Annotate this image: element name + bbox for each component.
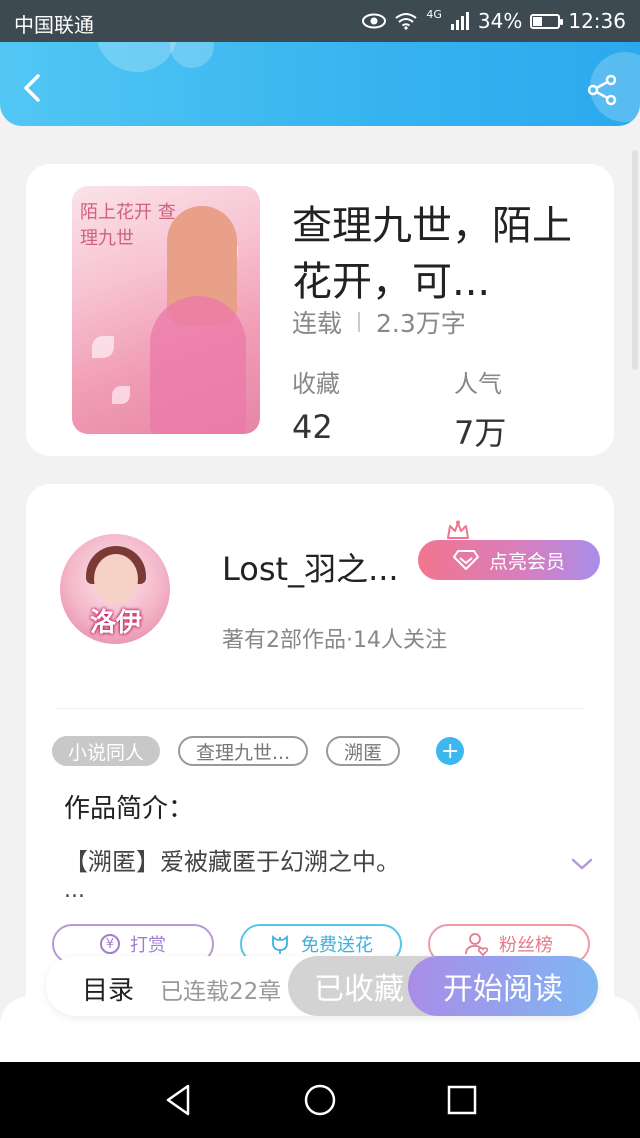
favorites-label: 收藏 [292,370,340,398]
flower-label: 免费送花 [301,935,373,956]
tag-chip[interactable]: 溯匿 [326,736,401,766]
petal-decor [112,386,130,404]
clock: 12:36 [568,9,626,33]
battery-percent: 34% [477,9,523,33]
avatar-face [94,554,138,604]
decor-bubble [96,42,178,72]
add-tag-icon[interactable]: + [436,737,465,765]
avatar-logo-text: 洛伊 [89,608,142,638]
signal-icon [450,12,469,30]
book-info-card: 陌上花开 查理九世 查理九世，陌上花开，可... 连载 2.3万字 收藏 42 … [26,164,614,456]
intro-text: 【溯匿】爱被藏匿于幻溯之中。 [64,848,400,876]
fans-label: 粉丝榜 [499,935,553,956]
word-count: 2.3万字 [376,309,466,338]
vip-label: 点亮会员 [488,550,565,573]
cover-figure-dress [150,296,246,434]
petal-decor [92,336,114,358]
divider [56,708,584,709]
book-cover-image[interactable]: 陌上花开 查理九世 [72,186,260,434]
reward-label: 打赏 [130,935,166,956]
serial-status: 连载 [292,309,343,338]
chapters-count[interactable]: 已连载22章 [160,972,281,1006]
nav-back-icon[interactable] [160,1082,196,1118]
favorites-count: 42 [292,408,333,446]
meta-divider [358,312,361,332]
intro-heading: 作品简介： [64,794,195,824]
yen-coin-icon: ¥ [100,934,120,954]
top-header [0,42,640,126]
eye-icon [362,13,387,29]
author-name[interactable]: Lost_羽之... [222,544,399,590]
battery-icon [530,13,564,29]
catalog-button[interactable]: 目录 [82,970,134,1007]
tag-list: 小说同人 查理九世... 溯匿 + [52,736,465,766]
bottom-action-bar: 目录 已连载22章 已收藏 开始阅读 [46,956,598,1016]
intro-ellipsis: ... [64,878,85,903]
diamond-icon [452,550,479,570]
vip-member-button[interactable]: 点亮会员 [418,540,600,580]
share-icon[interactable] [586,74,618,106]
status-icons: 4G 34% 12:36 [362,7,626,33]
crown-icon [447,520,469,539]
start-reading-button[interactable]: 开始阅读 [408,956,598,1016]
author-stats: 著有2部作品·14人关注 [222,628,447,653]
popularity-label: 人气 [454,370,502,398]
book-title: 查理九世，陌上花开，可... [292,203,572,305]
scrollbar[interactable] [632,150,638,370]
network-type: 4G [426,7,442,21]
flower-icon [272,935,288,954]
wifi-icon [395,13,417,30]
expand-chevron-icon[interactable] [570,856,594,872]
tag-chip[interactable]: 小说同人 [52,736,161,766]
carrier-label: 中国联通 [14,13,94,37]
author-avatar[interactable]: 洛伊 [60,534,170,644]
fans-user-icon [465,933,489,956]
back-chevron-icon[interactable] [18,72,50,104]
tag-chip[interactable]: 查理九世... [178,736,309,766]
popularity-count: 7万 [454,414,507,452]
system-nav-bar [0,1062,640,1138]
decor-bubble [170,42,214,68]
status-bar: 中国联通 4G 34% 12:36 [0,0,640,42]
nav-recents-icon[interactable] [444,1082,480,1118]
cover-title-text: 陌上花开 查理九世 [80,202,176,249]
book-meta: 连载 2.3万字 [292,304,466,340]
nav-home-icon[interactable] [302,1082,338,1118]
